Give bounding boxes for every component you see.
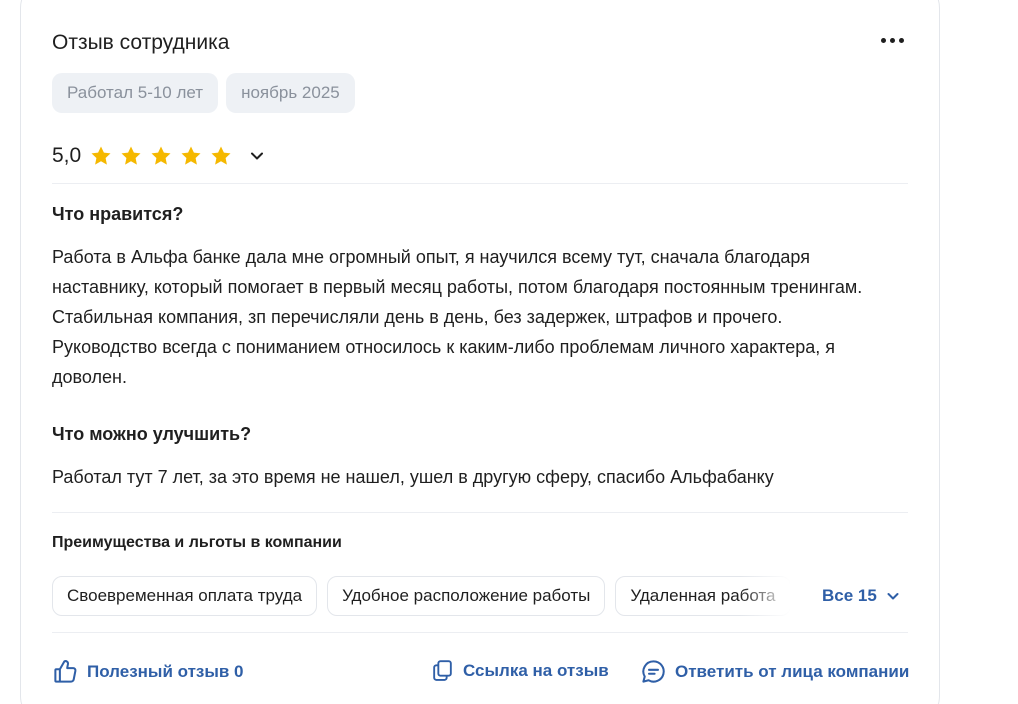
divider [52, 183, 908, 184]
review-tags: Работал 5-10 лет ноябрь 2025 [52, 73, 355, 113]
chevron-down-icon [887, 593, 899, 600]
more-options-icon[interactable] [876, 28, 908, 52]
all-benefits-button[interactable]: Все 15 [822, 586, 901, 606]
copy-link-icon [433, 660, 452, 681]
all-benefits-label: Все 15 [822, 586, 877, 605]
rating: 5,0 [52, 140, 267, 172]
review-link-button[interactable]: Ссылка на отзыв [430, 658, 609, 683]
likes-text: Работа в Альфа банке дала мне огромный о… [52, 247, 863, 387]
star-icon [181, 146, 201, 165]
star-icon [121, 146, 141, 165]
review-title: Отзыв сотрудника [52, 31, 230, 54]
thumbs-up-icon [54, 660, 77, 683]
reply-button[interactable]: Ответить от лица компании [640, 658, 909, 685]
divider [52, 632, 908, 633]
rating-stars [89, 144, 233, 168]
tenure-tag: Работал 5-10 лет [52, 73, 219, 113]
improve-text: Работал тут 7 лет, за это время не нашел… [52, 467, 774, 487]
rating-value: 5,0 [52, 144, 82, 167]
helpful-button[interactable]: Полезный отзыв 0 [52, 658, 244, 685]
benefit-chip[interactable]: Своевременная оплата труда [52, 576, 318, 616]
date-tag: ноябрь 2025 [226, 73, 355, 113]
benefits-fade [740, 576, 800, 616]
reply-label: Ответить от лица компании [675, 661, 910, 681]
divider [52, 512, 908, 513]
helpful-label: Полезный отзыв 0 [87, 661, 244, 681]
benefits-heading: Преимущества и льготы в компании [52, 534, 342, 551]
benefit-chip[interactable]: Удобное расположение работы [327, 576, 606, 616]
likes-heading: Что нравится? [52, 204, 184, 224]
chevron-down-icon[interactable] [247, 146, 267, 166]
improve-heading: Что можно улучшить? [52, 424, 252, 444]
review-link-label: Ссылка на отзыв [463, 660, 609, 680]
star-icon [91, 146, 111, 165]
star-icon [211, 146, 231, 165]
benefits-list: Своевременная оплата труда Удобное распо… [52, 576, 792, 616]
chat-bubble-icon [642, 660, 665, 683]
star-icon [151, 146, 171, 165]
